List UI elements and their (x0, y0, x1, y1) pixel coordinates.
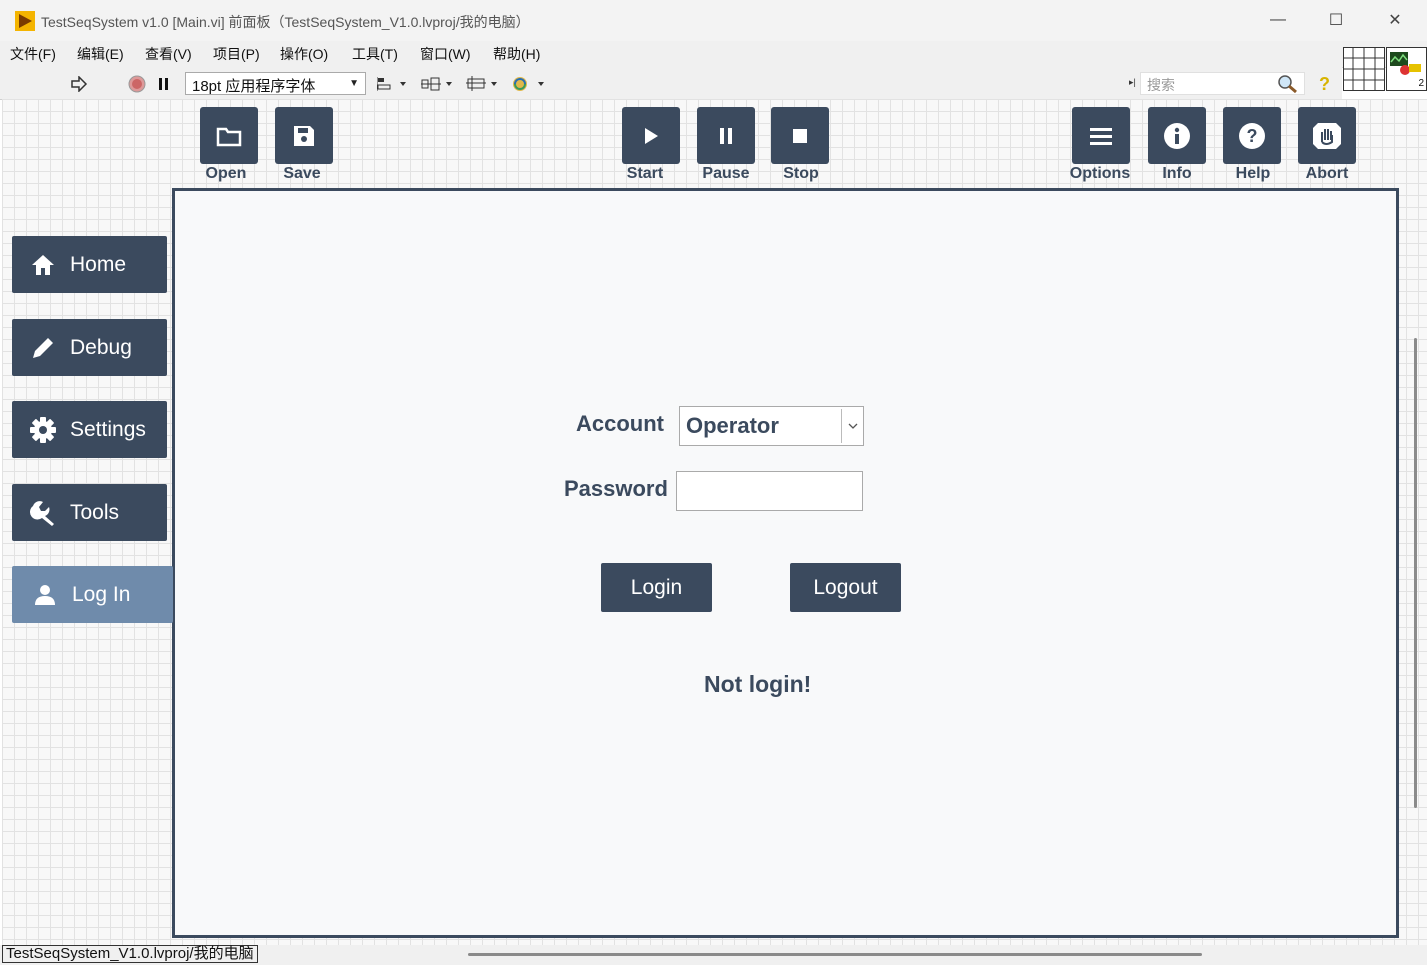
save-icon (294, 125, 314, 146)
svg-text:?: ? (1319, 74, 1330, 94)
gear-icon (28, 415, 58, 445)
help-button[interactable]: ? (1223, 107, 1281, 164)
nav-tools-label: Tools (70, 500, 120, 524)
menu-operate[interactable]: 操作(O) (280, 44, 328, 64)
login-status-text: Not login! (704, 671, 812, 697)
nav-home-label: Home (70, 252, 127, 276)
user-icon (30, 580, 60, 610)
vi-icon-number: 2 (1418, 78, 1424, 89)
password-label: Password (564, 476, 668, 501)
start-label: Start (626, 165, 664, 182)
login-button[interactable]: Login (601, 563, 712, 612)
pencil-icon (28, 333, 58, 363)
minimize-icon: — (1270, 11, 1286, 28)
connector-pane-icon[interactable] (1343, 47, 1385, 91)
window-title: TestSeqSystem v1.0 [Main.vi] 前面板（TestSeq… (41, 14, 530, 30)
nav-login-button[interactable]: Log In (12, 566, 173, 623)
horizontal-scrollbar[interactable] (468, 953, 1202, 956)
maximize-icon: ☐ (1328, 12, 1344, 29)
abort-execution-icon[interactable] (128, 74, 146, 94)
menu-view[interactable]: 查看(V) (145, 44, 192, 64)
vi-icon[interactable]: 2 (1386, 47, 1427, 91)
menu-edit[interactable]: 编辑(E) (77, 44, 124, 64)
folder-icon (216, 127, 242, 146)
menu-file[interactable]: 文件(F) (10, 44, 56, 64)
nav-login-label: Log In (72, 582, 131, 606)
logout-button[interactable]: Logout (790, 563, 901, 612)
font-select[interactable]: 18pt 应用程序字体 ▼ (185, 72, 366, 95)
open-button[interactable] (200, 107, 258, 164)
account-value: Operator (686, 413, 779, 438)
pause-button[interactable] (697, 107, 755, 164)
abort-button[interactable] (1298, 107, 1356, 164)
abort-label: Abort (1305, 165, 1349, 182)
chevron-down-icon: ▼ (349, 78, 359, 89)
nav-tools-button[interactable]: Tools (12, 484, 167, 541)
password-input[interactable] (676, 471, 863, 511)
close-button[interactable]: ✕ (1372, 6, 1418, 34)
nav-home-button[interactable]: Home (12, 236, 167, 293)
chevron-down-icon[interactable] (841, 409, 863, 443)
options-button[interactable] (1072, 107, 1130, 164)
minimize-button[interactable]: — (1255, 6, 1301, 34)
stop-icon (793, 128, 807, 143)
start-button[interactable] (622, 107, 680, 164)
run-arrow-icon[interactable] (70, 74, 88, 94)
question-icon: ? (1239, 122, 1265, 149)
nav-settings-label: Settings (70, 417, 146, 441)
align-objects-icon[interactable] (377, 74, 407, 94)
hand-icon (1313, 122, 1341, 149)
account-label: Account (576, 411, 664, 436)
nav-settings-button[interactable]: Settings (12, 401, 167, 458)
home-icon (28, 250, 58, 280)
pause-icon (720, 127, 732, 144)
labview-logo-icon (15, 11, 35, 31)
distribute-objects-icon[interactable] (421, 74, 453, 94)
wrench-icon (28, 498, 58, 528)
menu-bar: 文件(F) 编辑(E) 查看(V) 项目(P) 操作(O) 工具(T) 窗口(W… (0, 41, 1427, 68)
pause-execution-icon[interactable] (158, 74, 170, 94)
account-select[interactable]: Operator (679, 406, 864, 446)
nav-debug-button[interactable]: Debug (12, 319, 167, 376)
search-placeholder: 搜索 (1147, 77, 1175, 93)
search-expand-icon[interactable]: ▸| (1129, 77, 1136, 88)
save-button[interactable] (275, 107, 333, 164)
save-label: Save (283, 165, 321, 182)
menu-project[interactable]: 项目(P) (213, 44, 260, 64)
menu-help[interactable]: 帮助(H) (493, 44, 540, 64)
reorder-objects-icon[interactable] (512, 74, 546, 94)
play-icon (645, 127, 658, 144)
close-icon: ✕ (1388, 12, 1402, 29)
project-path: TestSeqSystem_V1.0.lvproj/我的电脑 (2, 945, 258, 963)
content-frame (172, 188, 1399, 938)
menu-icon (1090, 127, 1112, 145)
stop-label: Stop (783, 165, 819, 182)
menu-tools[interactable]: 工具(T) (352, 44, 398, 64)
nav-debug-label: Debug (70, 335, 132, 359)
info-icon (1164, 122, 1190, 149)
vertical-scrollbar[interactable] (1414, 338, 1417, 808)
menu-window[interactable]: 窗口(W) (420, 44, 471, 64)
info-button[interactable] (1148, 107, 1206, 164)
stop-button[interactable] (771, 107, 829, 164)
font-select-value: 18pt 应用程序字体 (192, 78, 316, 95)
svg-text:?: ? (1247, 126, 1258, 146)
resize-objects-icon[interactable] (466, 74, 498, 94)
maximize-button[interactable]: ☐ (1313, 6, 1359, 34)
search-icon[interactable] (1277, 74, 1299, 94)
context-help-icon[interactable]: ? (1316, 74, 1334, 94)
